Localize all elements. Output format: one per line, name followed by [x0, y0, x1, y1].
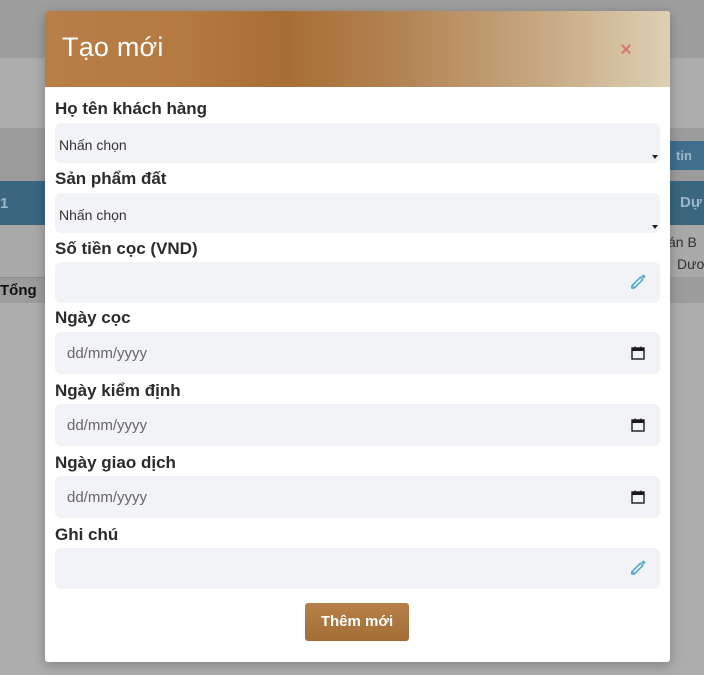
- customer-select[interactable]: Nhấn chọn: [55, 123, 660, 163]
- add-new-button[interactable]: Thêm mới: [305, 603, 409, 641]
- background-table-header-right: Dự: [680, 194, 702, 211]
- caret-down-icon: [652, 155, 658, 159]
- deposit-date-input[interactable]: dd/mm/yyyy: [55, 332, 660, 374]
- background-info-button: tin: [664, 141, 704, 170]
- pencil-icon: [631, 274, 646, 289]
- customer-label: Họ tên khách hàng: [55, 99, 208, 118]
- modal-title: Tạo mới: [62, 32, 164, 62]
- background-cell-line-2: Dươ: [677, 256, 704, 272]
- product-label: Sản phẩm đất: [55, 169, 167, 188]
- product-select[interactable]: Nhấn chọn: [55, 193, 660, 233]
- note-label: Ghi chú: [55, 525, 119, 544]
- calendar-icon[interactable]: [631, 490, 645, 504]
- caret-down-icon: [652, 225, 658, 229]
- inspection-date-label: Ngày kiểm định: [55, 381, 181, 400]
- calendar-icon[interactable]: [631, 346, 645, 360]
- customer-select-value: Nhấn chọn: [59, 137, 127, 153]
- deposit-date-label: Ngày cọc: [55, 308, 131, 327]
- background-table-header-left: 1: [0, 195, 9, 212]
- inspection-date-placeholder: dd/mm/yyyy: [67, 417, 148, 434]
- inspection-date-input[interactable]: dd/mm/yyyy: [55, 404, 660, 446]
- create-modal: Tạo mới × Họ tên khách hàng Nhấn chọn Sả…: [45, 11, 670, 662]
- note-input[interactable]: [55, 548, 660, 589]
- transaction-date-placeholder: dd/mm/yyyy: [67, 489, 148, 506]
- deposit-label: Số tiền cọc (VND): [55, 239, 198, 258]
- close-icon[interactable]: ×: [613, 37, 639, 63]
- deposit-input[interactable]: [55, 262, 660, 303]
- background-total-label: Tổng: [0, 282, 37, 299]
- deposit-date-placeholder: dd/mm/yyyy: [67, 345, 148, 362]
- transaction-date-label: Ngày giao dịch: [55, 453, 176, 472]
- background-divider: [0, 277, 45, 278]
- transaction-date-input[interactable]: dd/mm/yyyy: [55, 476, 660, 518]
- product-select-value: Nhấn chọn: [59, 207, 127, 223]
- calendar-icon[interactable]: [631, 418, 645, 432]
- modal-header: Tạo mới ×: [45, 11, 670, 87]
- background-cell-line-1: án B: [668, 234, 697, 250]
- pencil-icon: [631, 560, 646, 575]
